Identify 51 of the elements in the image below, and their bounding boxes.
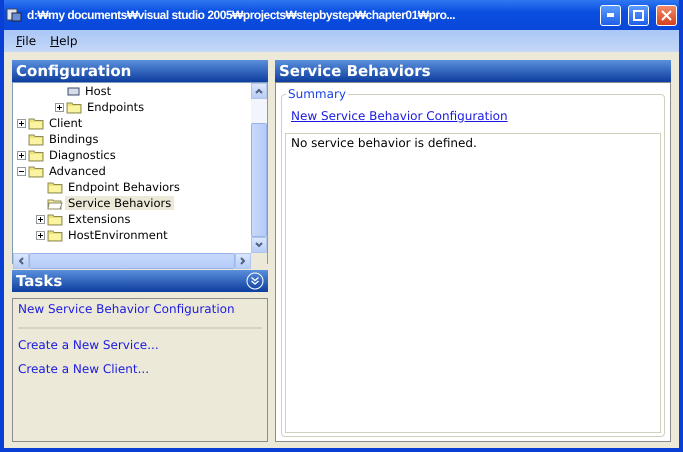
expand-icon[interactable] — [36, 214, 45, 224]
close-icon — [661, 10, 672, 20]
folder-icon — [47, 180, 63, 194]
maximize-button[interactable] — [628, 4, 649, 26]
folder-icon — [47, 212, 63, 226]
app-icon — [6, 7, 22, 23]
folder-icon — [28, 132, 44, 146]
scroll-right-button[interactable] — [235, 253, 251, 269]
task-link[interactable]: Create a New Service... — [18, 338, 159, 352]
tree-item[interactable]: Advanced — [46, 164, 109, 178]
horizontal-scrollbar[interactable] — [13, 253, 251, 269]
menu-item[interactable]: Help — [44, 34, 84, 48]
tree-item[interactable]: Endpoints — [84, 100, 148, 114]
device-icon — [66, 86, 80, 96]
expand-icon[interactable] — [36, 230, 45, 240]
expand-icon[interactable] — [17, 118, 26, 128]
tree-item[interactable]: Service Behaviors — [65, 196, 174, 210]
open-folder-icon — [47, 196, 63, 210]
panel-title: Tasks — [16, 272, 62, 290]
tree-item[interactable]: Host — [82, 84, 114, 98]
task-link[interactable]: Create a New Client... — [18, 362, 150, 376]
vertical-scrollbar[interactable] — [251, 83, 267, 253]
expand-icon[interactable] — [17, 150, 26, 160]
close-button[interactable] — [656, 4, 677, 26]
folder-icon — [66, 100, 82, 114]
tree-item[interactable]: Endpoint Behaviors — [65, 180, 183, 194]
expand-icon[interactable] — [55, 102, 64, 112]
tree-item[interactable]: Extensions — [65, 212, 134, 226]
folder-icon — [47, 228, 63, 242]
menu-item[interactable]: File — [10, 34, 42, 48]
tree-item[interactable]: Diagnostics — [46, 148, 119, 162]
configuration-link[interactable]: New Service Behavior Configuration — [291, 109, 508, 123]
scroll-up-button[interactable] — [251, 83, 267, 99]
tree-item[interactable]: Client — [46, 116, 86, 130]
scroll-down-button[interactable] — [251, 237, 267, 253]
tree-item[interactable]: HostEnvironment — [65, 228, 171, 242]
minimize-icon — [607, 13, 614, 17]
folder-icon — [28, 164, 44, 178]
collapse-icon[interactable] — [17, 166, 26, 176]
message-text: No service behavior is defined. — [291, 136, 477, 150]
task-link[interactable]: New Service Behavior Configuration — [18, 302, 235, 316]
tree-item[interactable]: Bindings — [46, 132, 102, 146]
scroll-left-button[interactable] — [13, 253, 29, 269]
panel-title: Service Behaviors — [279, 62, 431, 80]
folder-icon — [28, 116, 44, 130]
minimize-button[interactable] — [600, 4, 621, 26]
panel-title: Configuration — [16, 62, 132, 80]
window-title: d:₩my documents₩visual studio 2005₩projects₩stepbystep₩chapter01₩pro... — [27, 8, 456, 22]
folder-icon — [28, 148, 44, 162]
maximize-icon — [633, 10, 644, 20]
group-label: Summary — [286, 87, 348, 101]
